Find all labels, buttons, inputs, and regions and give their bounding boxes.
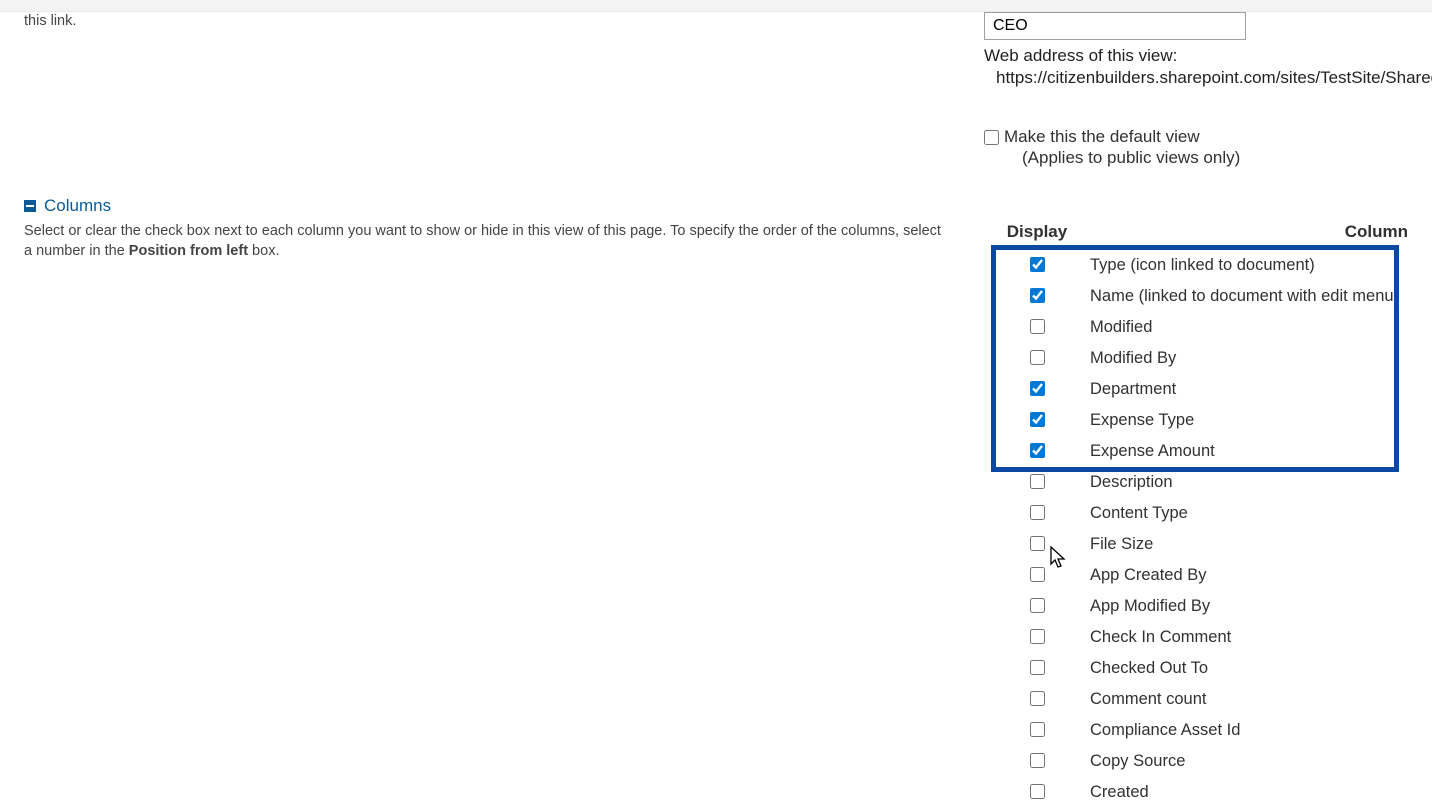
web-address-label: Web address of this view: [984, 46, 1408, 66]
columns-description: Select or clear the check box next to ea… [24, 222, 944, 261]
column-row: Modified By [984, 343, 1408, 374]
column-name-label: App Created By [1090, 566, 1206, 585]
column-row: App Created By [984, 560, 1408, 591]
column-row: Expense Amount [984, 436, 1408, 467]
column-display-checkbox[interactable] [1030, 319, 1045, 334]
header-column-name: Column [1345, 222, 1408, 242]
web-address-url: https://citizenbuilders.sharepoint.com/s… [984, 68, 1408, 88]
column-name-label: Created [1090, 783, 1149, 802]
columns-desc-bold: Position from left [129, 243, 248, 259]
column-row: Type (icon linked to document) [984, 250, 1408, 281]
column-row: Comment count [984, 684, 1408, 715]
column-display-checkbox[interactable] [1030, 722, 1045, 737]
column-row: Check In Comment [984, 622, 1408, 653]
column-row: Checked Out To [984, 653, 1408, 684]
column-name-label: File Size [1090, 535, 1153, 554]
column-name-label: Content Type [1090, 504, 1188, 523]
columns-list: Type (icon linked to document) Name (link… [984, 250, 1408, 808]
column-row: File Size [984, 529, 1408, 560]
column-name-label: Department [1090, 380, 1176, 399]
top-bar [0, 0, 1432, 12]
default-view-note: (Applies to public views only) [1004, 148, 1240, 168]
column-row: Modified [984, 312, 1408, 343]
columns-table-header: Display Column [984, 222, 1408, 242]
column-display-checkbox[interactable] [1030, 257, 1045, 272]
column-name-label: Modified [1090, 318, 1152, 337]
column-display-checkbox[interactable] [1030, 412, 1045, 427]
column-name-label: App Modified By [1090, 597, 1210, 616]
column-display-checkbox[interactable] [1030, 505, 1045, 520]
column-name-label: Expense Amount [1090, 442, 1215, 461]
column-display-checkbox[interactable] [1030, 536, 1045, 551]
column-display-checkbox[interactable] [1030, 753, 1045, 768]
collapse-icon [24, 200, 36, 212]
column-name-label: Compliance Asset Id [1090, 721, 1240, 740]
name-section: this link. Web address of this view: htt… [24, 12, 1408, 168]
column-row: Name (linked to document with edit menu) [984, 281, 1408, 312]
column-row: Expense Type [984, 405, 1408, 436]
column-display-checkbox[interactable] [1030, 691, 1045, 706]
header-display: Display [984, 222, 1090, 242]
column-display-checkbox[interactable] [1030, 629, 1045, 644]
column-name-label: Name (linked to document with edit menu) [1090, 287, 1399, 306]
column-row: App Modified By [984, 591, 1408, 622]
column-display-checkbox[interactable] [1030, 381, 1045, 396]
column-display-checkbox[interactable] [1030, 350, 1045, 365]
column-name-label: Description [1090, 473, 1173, 492]
column-row: Content Type [984, 498, 1408, 529]
column-name-label: Comment count [1090, 690, 1206, 709]
column-display-checkbox[interactable] [1030, 660, 1045, 675]
column-name-label: Check In Comment [1090, 628, 1231, 647]
column-name-label: Checked Out To [1090, 659, 1208, 678]
columns-section-header[interactable]: Columns [24, 196, 1408, 216]
view-name-input[interactable] [984, 12, 1246, 40]
column-name-label: Type (icon linked to document) [1090, 256, 1315, 275]
column-name-label: Expense Type [1090, 411, 1194, 430]
column-name-label: Copy Source [1090, 752, 1185, 771]
column-row: Department [984, 374, 1408, 405]
column-display-checkbox[interactable] [1030, 474, 1045, 489]
column-name-label: Modified By [1090, 349, 1176, 368]
default-view-checkbox[interactable] [984, 130, 999, 145]
column-row: Description [984, 467, 1408, 498]
default-view-label[interactable]: Make this the default view [1004, 127, 1200, 146]
name-description-fragment: this link. [24, 12, 944, 32]
columns-desc-part2: box. [248, 243, 279, 259]
column-display-checkbox[interactable] [1030, 288, 1045, 303]
column-row: Compliance Asset Id [984, 715, 1408, 746]
columns-section-title: Columns [44, 196, 111, 216]
column-display-checkbox[interactable] [1030, 443, 1045, 458]
column-row: Created [984, 777, 1408, 808]
column-display-checkbox[interactable] [1030, 598, 1045, 613]
column-row: Copy Source [984, 746, 1408, 777]
column-display-checkbox[interactable] [1030, 784, 1045, 799]
column-display-checkbox[interactable] [1030, 567, 1045, 582]
